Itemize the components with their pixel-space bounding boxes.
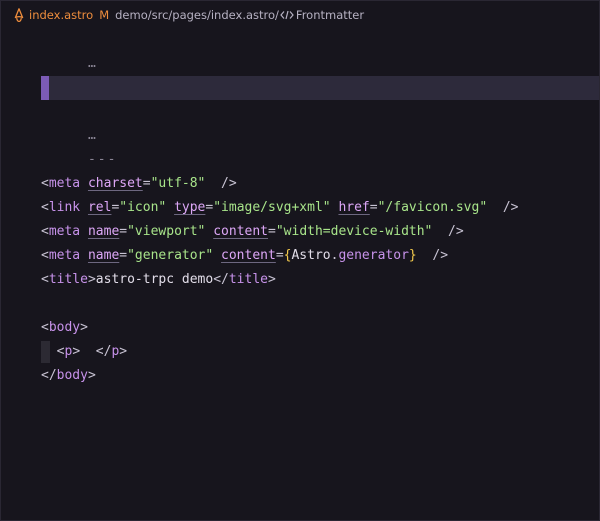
code-line-meta-viewport: <meta name="viewport" content="width=dev…	[41, 220, 464, 244]
cursor-marker	[41, 76, 49, 100]
tag-name: meta	[48, 224, 81, 239]
attribute-value: "image/svg+xml"	[213, 200, 331, 215]
closing-tag-name: body	[56, 368, 88, 383]
expression-property: generator	[338, 248, 409, 263]
closing-tag-gt: >	[119, 344, 128, 359]
attribute-value: "viewport"	[127, 224, 206, 239]
attribute-value: "/favicon.svg"	[377, 200, 488, 215]
equals: =	[119, 224, 128, 239]
closing-tag-open: </	[213, 272, 229, 287]
equals: =	[275, 248, 284, 263]
current-line[interactable]	[41, 76, 599, 100]
tag-gt: >	[87, 272, 96, 287]
tag-name: meta	[48, 176, 81, 191]
tag-name: body	[48, 320, 81, 335]
breadcrumb-path[interactable]: demo/src/pages/index.astro/	[115, 8, 279, 22]
folded-line[interactable]: …	[41, 28, 96, 71]
code-line-title: <title>astro-trpc demo</title>	[41, 268, 276, 292]
attribute-name: type	[174, 200, 206, 215]
equals: =	[119, 248, 128, 263]
modified-badge: M	[99, 8, 110, 22]
tag-open: <	[41, 248, 49, 263]
tag-open: <	[41, 176, 49, 191]
code-line-body-open: <body>	[41, 316, 88, 340]
frontmatter-fence-line: ---	[41, 124, 117, 167]
code-line-body-close: </body>	[41, 364, 96, 388]
attribute-name: rel	[87, 200, 112, 215]
folded-line[interactable]: …	[41, 100, 96, 143]
code-line-link: <link rel="icon" type="image/svg+xml" hr…	[41, 196, 518, 220]
code-line-meta-charset: <meta charset="utf-8" />	[41, 172, 237, 196]
attribute-name: charset	[87, 176, 143, 191]
breadcrumb-filename[interactable]: index.astro	[29, 8, 93, 22]
attribute-value: "utf-8"	[150, 176, 206, 191]
tag-open: <	[41, 200, 49, 215]
closing-tag-open: </	[41, 368, 57, 383]
code-editor[interactable]: index.astro M demo/src/pages/index.astro…	[0, 0, 600, 521]
equals: =	[369, 200, 378, 215]
tag-open: <	[41, 320, 49, 335]
frontmatter-fence-line: ---	[41, 52, 117, 95]
attribute-value: "width=device-width"	[275, 224, 433, 239]
attribute-value: "icon"	[119, 200, 167, 215]
tag-self-close: />	[502, 200, 519, 215]
tag-open: <	[41, 272, 49, 287]
tag-open: <	[41, 224, 49, 239]
tag-gt: >	[80, 320, 88, 335]
attribute-name: content	[221, 248, 276, 263]
attribute-name: href	[338, 200, 370, 215]
tag-name: meta	[48, 248, 81, 263]
code-line-p: <p> </p>	[41, 340, 127, 364]
attribute-name: content	[213, 224, 269, 239]
tag-name: link	[48, 200, 81, 215]
tag-gt: >	[72, 344, 81, 359]
attribute-value: "generator"	[127, 248, 214, 263]
astro-icon	[12, 8, 26, 22]
title-text: astro-trpc demo	[95, 272, 214, 287]
tag-self-close: />	[221, 176, 237, 191]
breadcrumb: index.astro M demo/src/pages/index.astro…	[1, 1, 599, 29]
attribute-name: name	[87, 248, 120, 263]
code-line-meta-generator: <meta name="generator" content={Astro.ge…	[41, 244, 448, 268]
breadcrumb-symbol[interactable]: Frontmatter	[296, 8, 364, 22]
code-icon	[280, 10, 294, 20]
closing-tag-gt: >	[87, 368, 96, 383]
attribute-name: name	[87, 224, 120, 239]
frontmatter-fence: ---	[87, 152, 118, 167]
expression-brace-close: }	[408, 248, 417, 263]
tag-name: title	[48, 272, 88, 287]
tag-self-close: />	[432, 248, 449, 263]
equals: =	[142, 176, 151, 191]
closing-tag-open: </	[95, 344, 112, 359]
closing-tag-gt: >	[268, 272, 276, 287]
closing-tag-name: title	[228, 272, 268, 287]
tag-self-close: />	[448, 224, 464, 239]
equals: =	[268, 224, 276, 239]
expression-object: Astro	[291, 248, 331, 263]
